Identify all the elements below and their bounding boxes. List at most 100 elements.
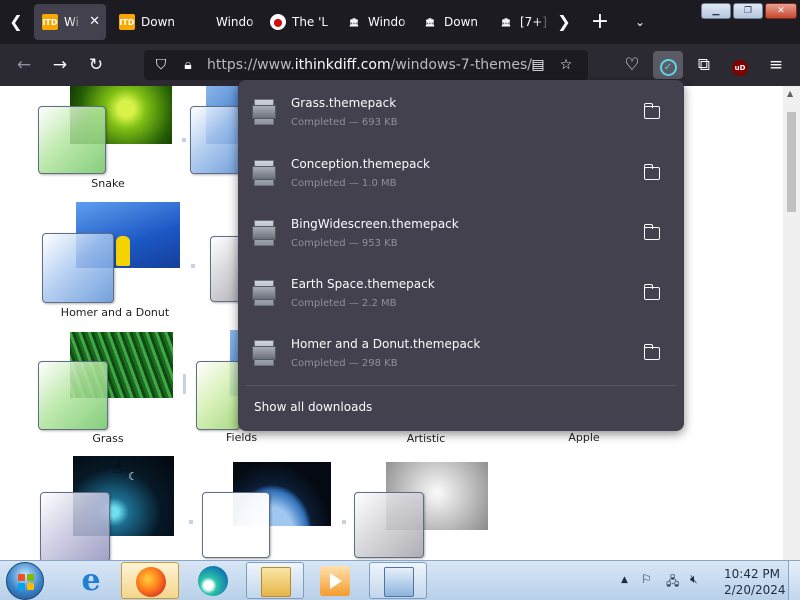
close-icon: ✕ [777, 6, 785, 16]
download-status: Completed — 2.2 MB [291, 298, 397, 309]
lock-icon[interactable]: 🔒︎ [177, 54, 199, 76]
theme-grass[interactable]: Grass [38, 330, 188, 450]
scrollbar-thumb[interactable] [787, 112, 796, 212]
theme-earth[interactable] [202, 462, 352, 560]
control-panel-icon [384, 567, 414, 597]
network-icon[interactable]: 🖧 [666, 572, 679, 593]
download-status: Completed — 953 KB [291, 238, 398, 249]
file-icon [252, 280, 278, 306]
pocket-button[interactable]: ♡ [618, 51, 646, 79]
menu-button[interactable]: ≡ [762, 51, 790, 79]
taskbar-file-explorer[interactable] [246, 562, 304, 599]
taskbar-firefox[interactable] [121, 562, 179, 599]
hamburger-icon: ≡ [768, 55, 784, 75]
close-window-button[interactable]: ✕ [765, 3, 797, 19]
homer-figure-icon [116, 236, 130, 266]
reload-button[interactable]: ↻ [82, 51, 110, 79]
theme-moon[interactable] [354, 462, 504, 560]
download-status: Completed — 693 KB [291, 117, 398, 128]
download-item[interactable]: Conception.themepack Completed — 1.0 MB [246, 147, 676, 203]
tab-title: Down [444, 15, 479, 29]
show-hidden-icons-icon[interactable]: ▲ [621, 575, 628, 585]
itd-favicon-icon: ITD [42, 14, 58, 30]
tab-2[interactable]: Windo [186, 4, 262, 40]
divider [246, 385, 676, 386]
folder-icon[interactable] [643, 103, 660, 119]
minimize-button[interactable]: ▁ [701, 3, 731, 19]
speaker-muted-icon[interactable]: 🔇︎ [690, 572, 698, 587]
tab-scroll-right-button[interactable]: ❯ [550, 8, 578, 36]
extensions-button[interactable]: ⧉ [690, 51, 718, 79]
download-item[interactable]: Earth Space.themepack Completed — 2.2 MB [246, 267, 676, 323]
tab-1[interactable]: ITD Down [111, 4, 187, 40]
folder-icon[interactable] [643, 224, 660, 240]
restore-button[interactable]: ❐ [733, 3, 763, 19]
download-item[interactable]: Homer and a Donut.themepack Completed — … [246, 327, 676, 383]
clock-time[interactable]: 10:42 PM [724, 567, 780, 581]
window-color-swatch [190, 106, 240, 174]
arrow-left-icon: ← [16, 55, 32, 75]
red-logo-icon: ⬤ [270, 14, 286, 30]
file-icon [252, 340, 278, 366]
download-item[interactable]: Grass.themepack Completed — 693 KB [246, 86, 676, 142]
download-status: Completed — 298 KB [291, 358, 398, 369]
pocket-icon: ♡ [624, 55, 640, 75]
reader-view-icon[interactable]: ▤ [527, 54, 549, 76]
edge-icon [198, 566, 228, 596]
tab-5[interactable]: 🏛 Down [414, 4, 490, 40]
folder-icon[interactable] [643, 344, 660, 360]
tab-close-icon[interactable]: ✕ [89, 14, 100, 29]
url-bar[interactable]: ⛉ 🔒︎ https://www.ithinkdiff.com/windows-… [144, 50, 588, 80]
chevron-left-icon: ❮ [9, 12, 23, 31]
tab-6[interactable]: 🏛 [7+] V [490, 4, 550, 40]
flag-icon[interactable]: ⚐ [641, 572, 652, 586]
tab-0[interactable]: ITD Wi ✕ [34, 4, 106, 40]
tab-4[interactable]: 🏛 Windo [338, 4, 414, 40]
taskbar-control-panel[interactable] [369, 562, 427, 599]
file-icon [252, 220, 278, 246]
start-button[interactable] [6, 562, 44, 600]
downloads-panel: Grass.themepack Completed — 693 KB Conce… [238, 80, 684, 431]
forward-button[interactable]: → [46, 51, 74, 79]
arrow-right-icon: → [52, 55, 68, 75]
theme-label: Grass [92, 432, 124, 445]
download-item[interactable]: BingWidescreen.themepack Completed — 953… [246, 207, 676, 263]
bookmark-star-icon[interactable]: ☆ [555, 54, 577, 76]
page-scrollbar[interactable]: ▲ [783, 86, 800, 560]
taskbar-edge[interactable] [184, 562, 242, 599]
theme-partial-1[interactable] [190, 86, 246, 186]
taskbar-media-player[interactable] [306, 562, 364, 599]
ublock-icon: uD [732, 60, 748, 76]
ublock-button[interactable]: uD [726, 51, 754, 79]
tab-scroll-left-button[interactable]: ❮ [2, 8, 30, 36]
new-tab-button[interactable]: + [586, 8, 614, 36]
windows-logo-icon [194, 14, 210, 30]
folder-icon [261, 567, 291, 597]
downloads-button[interactable]: ✓ [653, 51, 683, 79]
theme-homer-and-a-donut[interactable]: Homer and a Donut [42, 202, 192, 322]
shield-icon[interactable]: ⛉ [150, 54, 172, 76]
window-color-swatch [354, 492, 424, 558]
back-button[interactable]: ← [10, 51, 38, 79]
folder-icon[interactable] [643, 164, 660, 180]
clock-date[interactable]: 2/20/2024 [724, 583, 786, 597]
theme-snake[interactable]: Snake [38, 86, 198, 196]
firefox-icon [136, 567, 166, 597]
puzzle-icon: ⧉ [697, 55, 711, 75]
tab-3[interactable]: ⬤ The 'L [262, 4, 338, 40]
theme-partial-2[interactable] [210, 236, 250, 306]
show-all-downloads-button[interactable]: Show all downloads [254, 400, 372, 414]
url-text[interactable]: https://www.ithinkdiff.com/windows-7-the… [207, 57, 532, 73]
folder-icon[interactable] [643, 284, 660, 300]
plus-icon: + [590, 9, 610, 34]
show-desktop-button[interactable] [788, 561, 800, 600]
building-icon: 🏛 [348, 17, 360, 27]
itd-favicon-icon: ITD [119, 14, 135, 30]
building-icon: 🏛 [500, 17, 512, 27]
file-icon [252, 99, 278, 125]
scroll-up-arrow-icon[interactable]: ▲ [787, 89, 793, 98]
list-all-tabs-button[interactable]: ⌄ [626, 8, 654, 36]
taskbar-internet-explorer[interactable]: e [62, 562, 120, 599]
tab-title: Down [141, 15, 176, 29]
theme-label: Fields [226, 431, 258, 444]
